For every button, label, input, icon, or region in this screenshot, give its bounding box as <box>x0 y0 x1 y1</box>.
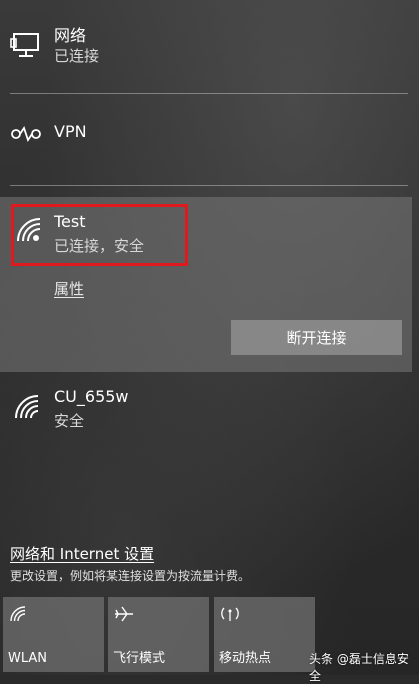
tile-label: 飞行模式 <box>113 651 166 666</box>
other-network-status: 安全 <box>54 412 85 430</box>
ethernet-monitor-icon <box>10 30 42 64</box>
divider <box>10 185 408 186</box>
settings-description: 更改设置，例如将某连接设置为按流量计费。 <box>10 569 251 583</box>
watermark: 头条 @磊士信息安全 <box>309 652 409 683</box>
wifi-icon <box>9 605 27 627</box>
tile-label: WLAN <box>8 651 48 666</box>
network-status: 已连接 <box>54 47 100 65</box>
disconnect-button[interactable]: 断开连接 <box>231 320 402 355</box>
hotspot-icon <box>220 605 240 627</box>
network-flyout: 网络 已连接 VPN Test 已连接，安全 属性 断开连接 CU_655w 安… <box>0 0 419 683</box>
mobile-hotspot-tile[interactable]: 移动热点 <box>214 597 315 672</box>
network-title: 网络 <box>54 26 87 45</box>
wlan-tile[interactable]: WLAN <box>3 597 104 672</box>
divider <box>10 93 408 94</box>
airplane-mode-tile[interactable]: 飞行模式 <box>108 597 209 672</box>
network-settings-link[interactable]: 网络和 Internet 设置 <box>10 543 154 564</box>
airplane-icon <box>114 605 134 627</box>
properties-link[interactable]: 属性 <box>54 278 84 299</box>
vpn-icon <box>10 124 42 148</box>
highlight-box <box>11 204 188 266</box>
wifi-icon <box>12 392 42 426</box>
other-network-name: CU_655w <box>54 387 129 406</box>
tile-label: 移动热点 <box>219 651 272 666</box>
vpn-title: VPN <box>54 122 87 141</box>
